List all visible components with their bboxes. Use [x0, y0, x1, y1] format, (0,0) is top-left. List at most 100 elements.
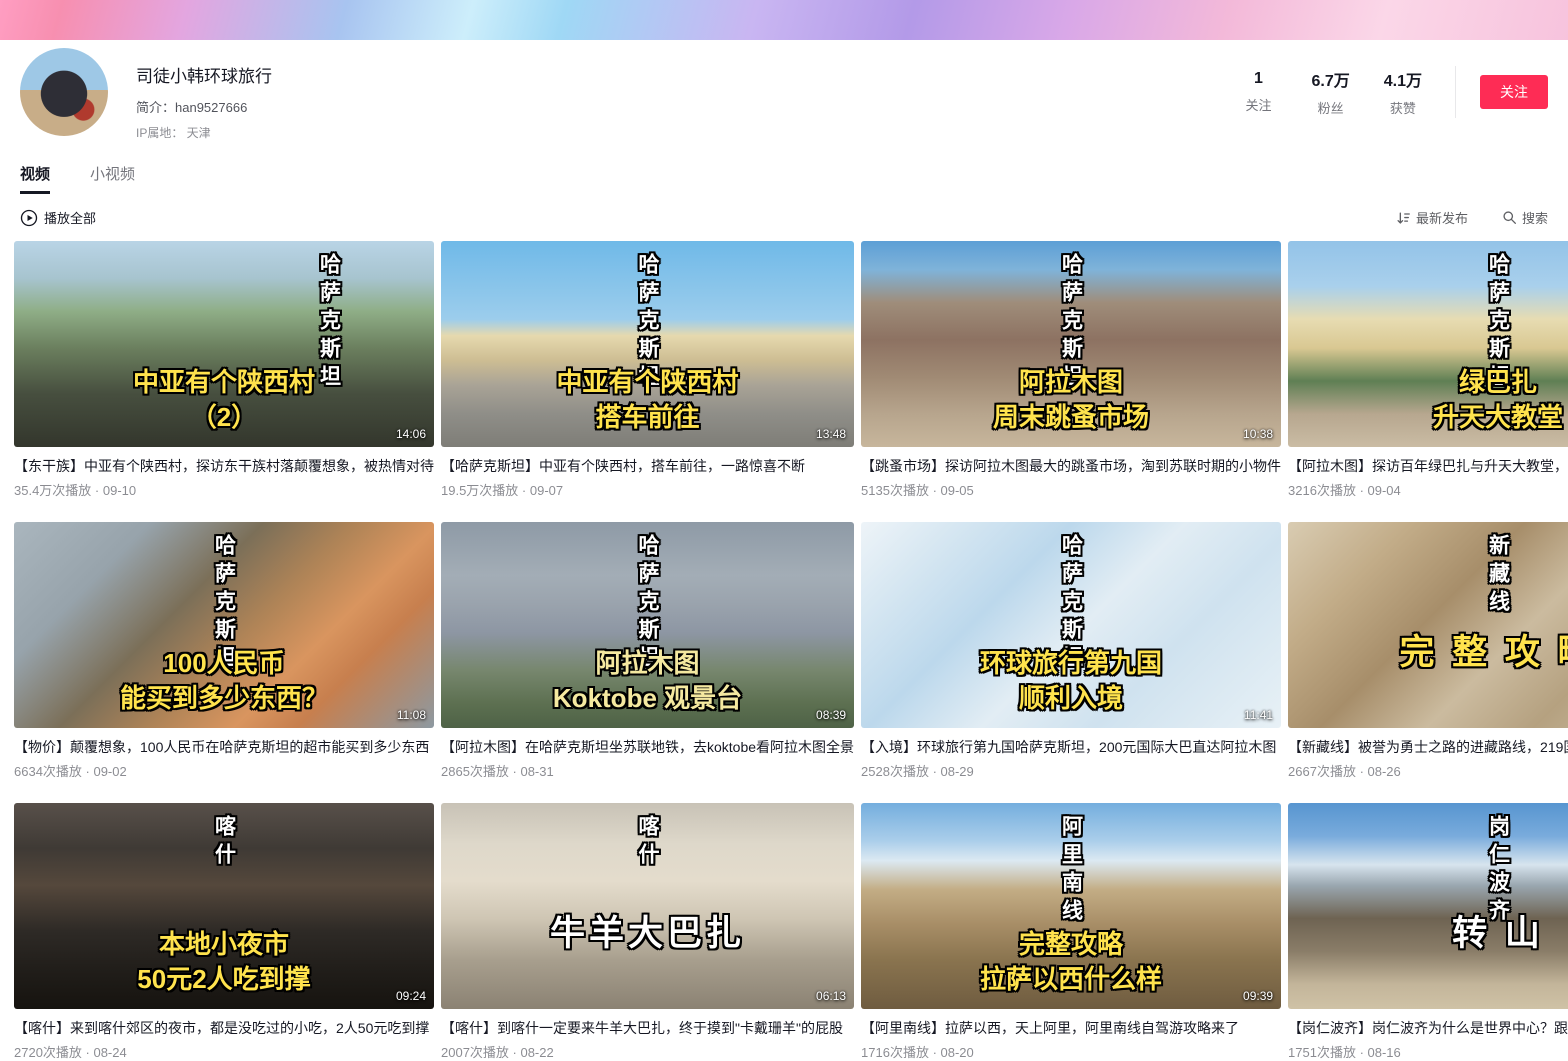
profile-intro: 简介：han9527666: [136, 97, 272, 116]
thumbnail-main-caption: 完整攻略 拉萨以西什么样: [865, 927, 1277, 997]
tab-videos[interactable]: 视频: [20, 163, 50, 194]
video-thumbnail[interactable]: 哈萨克斯坦 中亚有个陕西村 搭车前往 13:48: [441, 241, 854, 447]
video-title: 【阿拉木图】在哈萨克斯坦坐苏联地铁，去koktobe看阿拉木图全景: [441, 737, 854, 757]
video-meta: 1716次播放 · 08-20: [861, 1042, 1281, 1061]
stat-followers-value: 6.7万: [1312, 67, 1350, 91]
video-title: 【跳蚤市场】探访阿拉木图最大的跳蚤市场，淘到苏联时期的小物件: [861, 456, 1281, 476]
thumbnail-main-caption: 完 整 攻 略: [1292, 629, 1568, 676]
video-meta: 2007次播放 · 08-22: [441, 1042, 854, 1061]
video-card[interactable]: 阿里南线 完整攻略 拉萨以西什么样 09:39 【阿里南线】拉萨以西，天上阿里，…: [861, 803, 1281, 1061]
play-all-button[interactable]: 播放全部: [20, 208, 96, 227]
stat-followers-label: 粉丝: [1312, 98, 1350, 117]
video-card[interactable]: 喀什 本地小夜市 50元2人吃到撑 09:24 【喀什】来到喀什郊区的夜市，都是…: [14, 803, 434, 1061]
video-title: 【喀什】来到喀什郊区的夜市，都是没吃过的小吃，2人50元吃到撑: [14, 1018, 434, 1038]
thumbnail-main-caption: 转 山: [1292, 910, 1568, 957]
video-title: 【阿里南线】拉萨以西，天上阿里，阿里南线自驾游攻略来了: [861, 1018, 1281, 1038]
video-grid: 哈萨克斯坦 中亚有个陕西村 （2） 14:06 【东干族】中亚有个陕西村，探访东…: [0, 239, 1568, 1061]
video-meta: 19.5万次播放 · 09-07: [441, 480, 854, 499]
tab-short-videos[interactable]: 小视频: [90, 163, 135, 194]
thumbnail-main-caption: 中亚有个陕西村 （2）: [18, 365, 430, 435]
video-thumbnail[interactable]: 哈萨克斯坦 100人民币 能买到多少东西？ 11:08: [14, 522, 434, 728]
thumbnail-main-caption: 绿巴扎 升天大教堂: [1292, 365, 1568, 435]
video-meta: 35.4万次播放 · 09-10: [14, 480, 434, 499]
video-card[interactable]: 哈萨克斯坦 环球旅行第九国 顺利入境 11:41 【入境】环球旅行第九国哈萨克斯…: [861, 522, 1281, 780]
video-title: 【物价】颠覆想象，100人民币在哈萨克斯坦的超市能买到多少东西: [14, 737, 434, 757]
video-thumbnail[interactable]: 阿里南线 完整攻略 拉萨以西什么样 09:39: [861, 803, 1281, 1009]
video-card[interactable]: 哈萨克斯坦 绿巴扎 升天大教堂 09:53 【阿拉木图】探访百年绿巴扎与升天大教…: [1288, 241, 1568, 499]
video-title: 【哈萨克斯坦】中亚有个陕西村，搭车前往，一路惊喜不断: [441, 456, 854, 476]
video-meta: 2720次播放 · 08-24: [14, 1042, 434, 1061]
video-meta: 5135次播放 · 09-05: [861, 480, 1281, 499]
video-thumbnail[interactable]: 岗仁波齐 转 山 16:42: [1288, 803, 1568, 1009]
video-card[interactable]: 喀什 牛羊大巴扎 06:13 【喀什】到喀什一定要来牛羊大巴扎，终于摸到"卡戴珊…: [441, 803, 854, 1061]
thumbnail-main-caption: 阿拉木图 Koktobe 观景台: [445, 646, 850, 716]
video-duration: 11:41: [1244, 708, 1273, 722]
video-duration: 10:38: [1243, 427, 1273, 441]
search-icon: [1502, 210, 1517, 225]
profile-banner: [0, 0, 1568, 40]
follow-button[interactable]: 关注: [1480, 75, 1548, 109]
video-duration: 09:24: [396, 989, 426, 1003]
video-card[interactable]: 新藏线 完 整 攻 略 07:53 【新藏线】被誉为勇士之路的进藏路线，219国…: [1288, 522, 1568, 780]
video-meta: 2528次播放 · 08-29: [861, 761, 1281, 780]
video-meta: 6634次播放 · 09-02: [14, 761, 434, 780]
video-thumbnail[interactable]: 喀什 牛羊大巴扎 06:13: [441, 803, 854, 1009]
video-card[interactable]: 哈萨克斯坦 中亚有个陕西村 搭车前往 13:48 【哈萨克斯坦】中亚有个陕西村，…: [441, 241, 854, 499]
thumbnail-side-caption: 阿里南线: [1061, 815, 1082, 927]
video-title: 【新藏线】被誉为勇士之路的进藏路线，219国道新藏线完整攻略: [1288, 737, 1568, 757]
video-title: 【阿拉木图】探访百年绿巴扎与升天大教堂，感受哈萨克斯坦烟火气: [1288, 456, 1568, 476]
avatar[interactable]: [20, 48, 108, 136]
stat-following: 1 关注: [1240, 70, 1278, 114]
video-card[interactable]: 岗仁波齐 转 山 16:42 【岗仁波齐】岗仁波齐为什么是世界中心？跟我们一起云…: [1288, 803, 1568, 1061]
video-thumbnail[interactable]: 哈萨克斯坦 中亚有个陕西村 （2） 14:06: [14, 241, 434, 447]
thumbnail-side-caption: 喀什: [214, 815, 235, 871]
play-all-label: 播放全部: [44, 208, 96, 227]
profile-name: 司徒小韩环球旅行: [136, 62, 272, 87]
profile-info: 司徒小韩环球旅行 简介：han9527666 IP属地： 天津: [136, 48, 272, 141]
search-label: 搜索: [1522, 208, 1548, 227]
video-duration: 06:13: [816, 989, 846, 1003]
video-duration: 08:39: [816, 708, 846, 722]
video-title: 【喀什】到喀什一定要来牛羊大巴扎，终于摸到"卡戴珊羊"的屁股: [441, 1018, 854, 1038]
sort-latest-button[interactable]: 最新发布: [1395, 208, 1468, 227]
stat-likes-label: 获赞: [1384, 98, 1422, 117]
video-meta: 1751次播放 · 08-16: [1288, 1042, 1568, 1061]
play-circle-icon: [20, 209, 38, 227]
stat-following-label: 关注: [1240, 95, 1278, 114]
video-card[interactable]: 哈萨克斯坦 中亚有个陕西村 （2） 14:06 【东干族】中亚有个陕西村，探访东…: [14, 241, 434, 499]
sort-icon: [1395, 210, 1411, 226]
video-thumbnail[interactable]: 哈萨克斯坦 绿巴扎 升天大教堂 09:53: [1288, 241, 1568, 447]
video-meta: 3216次播放 · 09-04: [1288, 480, 1568, 499]
video-thumbnail[interactable]: 哈萨克斯坦 环球旅行第九国 顺利入境 11:41: [861, 522, 1281, 728]
thumbnail-main-caption: 阿拉木图 周末跳蚤市场: [865, 365, 1277, 435]
video-meta: 2667次播放 · 08-26: [1288, 761, 1568, 780]
video-thumbnail[interactable]: 哈萨克斯坦 阿拉木图 Koktobe 观景台 08:39: [441, 522, 854, 728]
video-duration: 14:06: [396, 427, 426, 441]
video-card[interactable]: 哈萨克斯坦 阿拉木图 Koktobe 观景台 08:39 【阿拉木图】在哈萨克斯…: [441, 522, 854, 780]
thumbnail-side-caption: 喀什: [637, 815, 658, 871]
video-title: 【入境】环球旅行第九国哈萨克斯坦，200元国际大巴直达阿拉木图: [861, 737, 1281, 757]
video-thumbnail[interactable]: 喀什 本地小夜市 50元2人吃到撑 09:24: [14, 803, 434, 1009]
video-thumbnail[interactable]: 新藏线 完 整 攻 略 07:53: [1288, 522, 1568, 728]
toolbar: 播放全部 最新发布 搜索: [0, 194, 1568, 239]
video-duration: 11:08: [397, 708, 426, 722]
stat-followers: 6.7万 粉丝: [1312, 67, 1350, 117]
video-duration: 09:39: [1243, 989, 1273, 1003]
profile-ip-location: IP属地： 天津: [136, 124, 272, 141]
stat-likes: 4.1万 获赞: [1384, 67, 1422, 117]
thumbnail-main-caption: 牛羊大巴扎: [445, 910, 850, 957]
search-button[interactable]: 搜索: [1502, 208, 1548, 227]
video-title: 【岗仁波齐】岗仁波齐为什么是世界中心？跟我们一起云转山吧: [1288, 1018, 1568, 1038]
video-duration: 13:48: [816, 427, 846, 441]
video-card[interactable]: 哈萨克斯坦 100人民币 能买到多少东西？ 11:08 【物价】颠覆想象，100…: [14, 522, 434, 780]
thumbnail-main-caption: 100人民币 能买到多少东西？: [18, 646, 430, 716]
video-meta: 2865次播放 · 08-31: [441, 761, 854, 780]
sort-label: 最新发布: [1416, 208, 1468, 227]
thumbnail-main-caption: 本地小夜市 50元2人吃到撑: [18, 927, 430, 997]
profile-stats: 1 关注 6.7万 粉丝 4.1万 获赞: [1223, 67, 1440, 117]
stat-likes-value: 4.1万: [1384, 67, 1422, 91]
video-thumbnail[interactable]: 哈萨克斯坦 阿拉木图 周末跳蚤市场 10:38: [861, 241, 1281, 447]
tab-bar: 视频 小视频: [0, 163, 1568, 194]
divider: [1455, 66, 1456, 118]
video-card[interactable]: 哈萨克斯坦 阿拉木图 周末跳蚤市场 10:38 【跳蚤市场】探访阿拉木图最大的跳…: [861, 241, 1281, 499]
